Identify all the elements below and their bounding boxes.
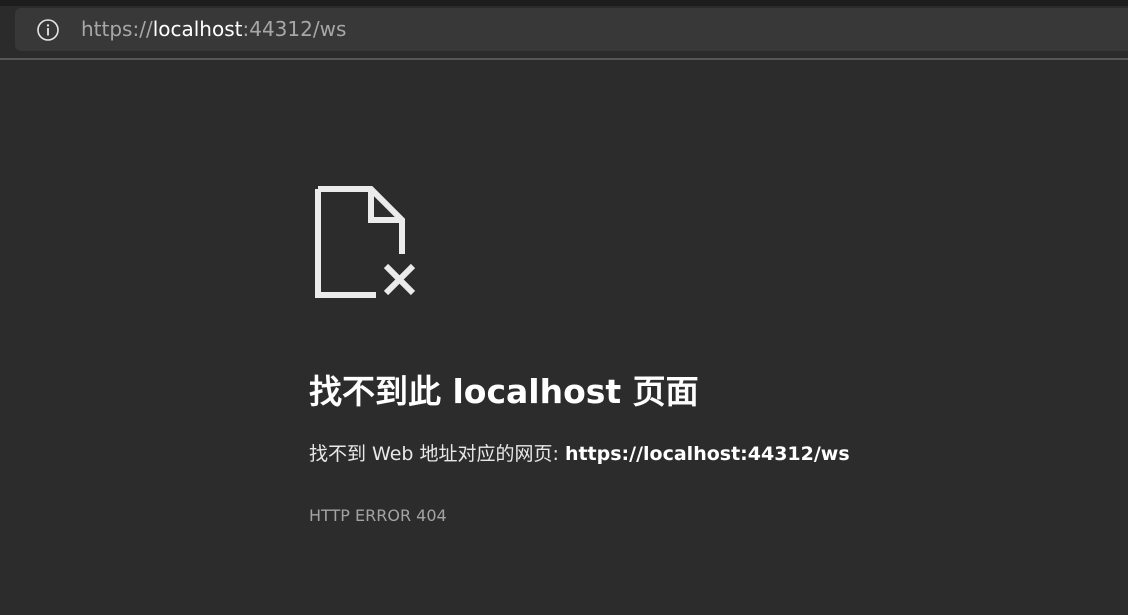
description-url: https://localhost:44312/ws <box>564 443 850 465</box>
url-suffix: :44312/ws <box>242 17 347 41</box>
file-not-found-icon <box>309 186 421 298</box>
info-icon[interactable] <box>36 18 60 42</box>
url-prefix: https:// <box>81 17 153 41</box>
url-host: localhost <box>152 17 243 41</box>
error-description: 找不到 Web 地址对应的网页: https://localhost:44312… <box>309 442 850 466</box>
page-title: 找不到此 localhost 页面 <box>309 372 699 411</box>
error-code: HTTP ERROR 404 <box>309 506 447 525</box>
browser-toolbar: https://localhost:44312/ws <box>0 0 1128 60</box>
tab-strip <box>0 0 1128 6</box>
url-text[interactable]: https://localhost:44312/ws <box>81 17 346 41</box>
description-text: 找不到 Web 地址对应的网页: <box>309 443 565 465</box>
address-bar[interactable]: https://localhost:44312/ws <box>15 8 1128 51</box>
